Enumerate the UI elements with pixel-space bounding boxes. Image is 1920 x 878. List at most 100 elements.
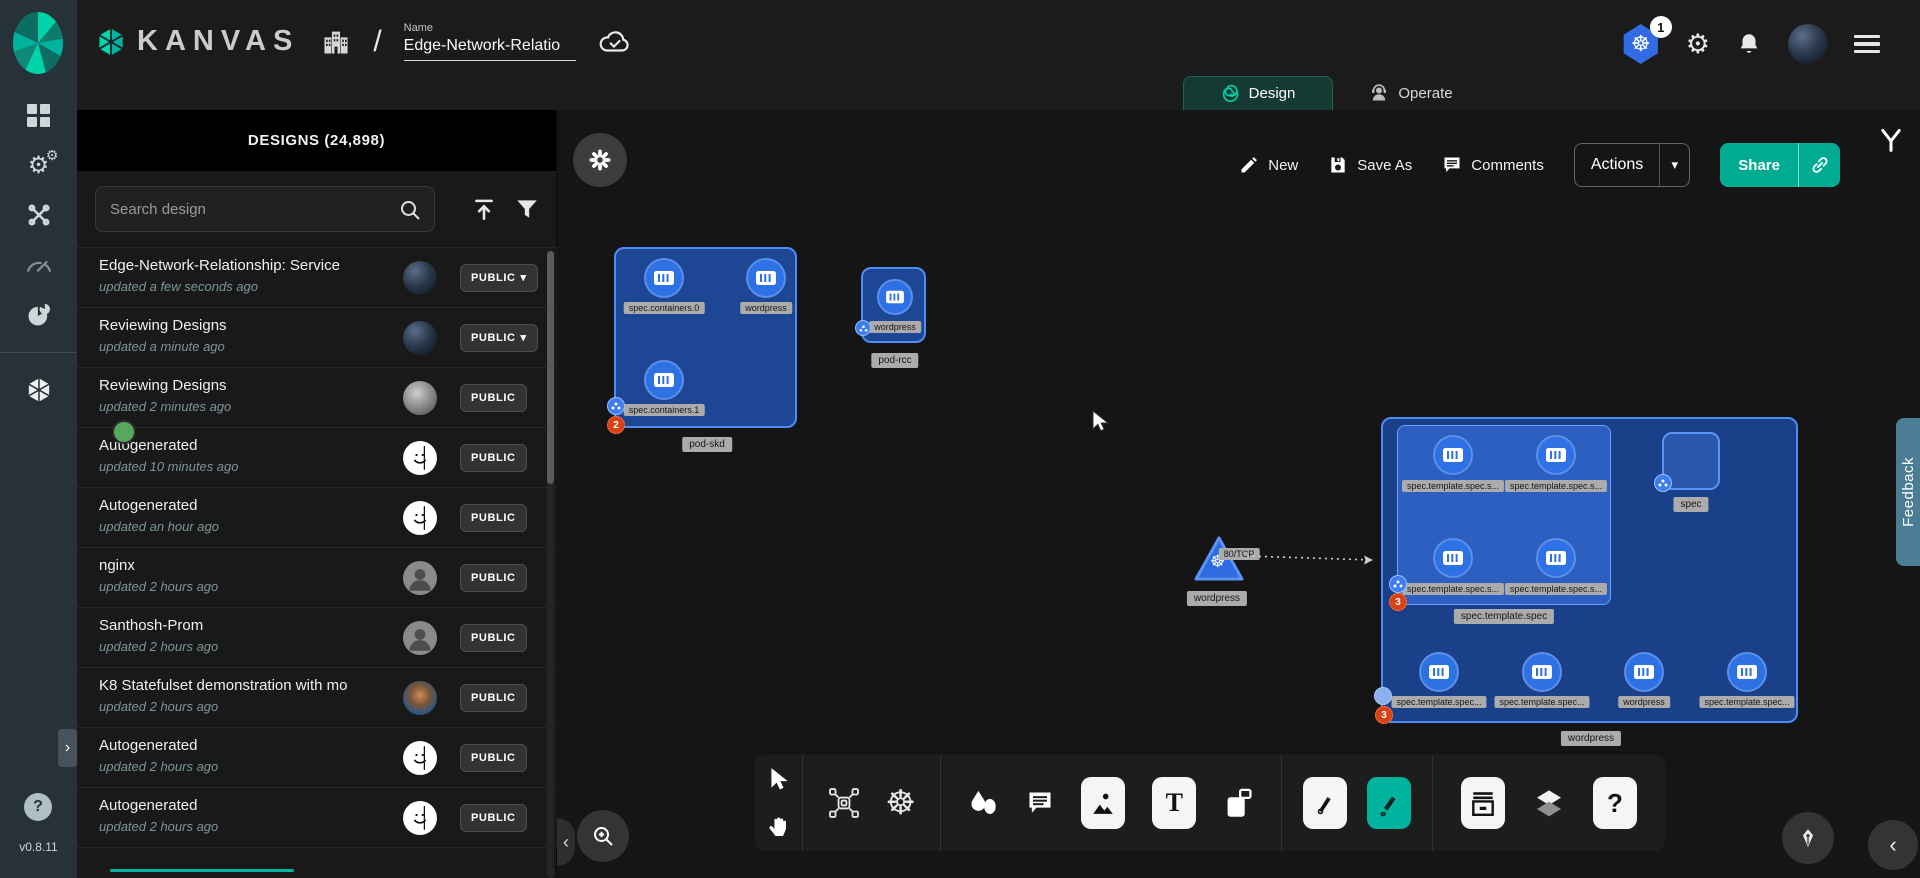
- pan-tool[interactable]: [767, 813, 791, 839]
- container-node[interactable]: [1536, 435, 1576, 475]
- container-label: spec.containers.1: [624, 404, 705, 416]
- container-node[interactable]: [877, 279, 913, 315]
- pen-icon: [1313, 789, 1337, 817]
- meshery-logo-icon[interactable]: [13, 12, 63, 74]
- service-node[interactable]: ☸ 80/TCP wordpress: [1193, 535, 1253, 597]
- visibility-badge[interactable]: PUBLIC: [460, 804, 527, 832]
- container-label: spec.containers.0: [624, 302, 705, 314]
- share-button[interactable]: Share: [1720, 143, 1840, 187]
- shapes-tool[interactable]: [968, 789, 998, 817]
- list-item[interactable]: K8 Statefulset demonstration with mo upd…: [77, 667, 557, 727]
- visibility-badge[interactable]: PUBLIC: [460, 444, 527, 472]
- actions-caret-icon[interactable]: ▾: [1659, 143, 1689, 187]
- list-item[interactable]: Autogenerated updated 2 hours ago PUBLIC: [77, 727, 557, 787]
- design-canvas[interactable]: New Save As Comments Actions ▾ Share: [557, 110, 1920, 878]
- container-node[interactable]: [1419, 652, 1459, 692]
- sidebar-item-kanvas[interactable]: [19, 375, 59, 405]
- dock-toggle-button[interactable]: [573, 133, 627, 187]
- deployment-group-node[interactable]: spec.template.spec.s... spec.template.sp…: [1381, 417, 1798, 723]
- sidebar-item-lifecycle[interactable]: ⚙⚙: [19, 150, 59, 180]
- pod-group-node[interactable]: spec.containers.0 wordpress spec.contain…: [614, 247, 797, 428]
- visibility-badge[interactable]: PUBLIC: [460, 684, 527, 712]
- components-tool[interactable]: [827, 786, 861, 820]
- feedback-tab[interactable]: Feedback: [1896, 418, 1920, 566]
- comment-tool[interactable]: [1026, 789, 1054, 817]
- zoom-in-button[interactable]: [577, 810, 629, 862]
- container-icon: [653, 269, 675, 287]
- organization-icon[interactable]: [321, 27, 351, 57]
- list-item[interactable]: nginx updated 2 hours ago PUBLIC: [77, 547, 557, 607]
- name-field-label: Name: [404, 22, 576, 34]
- layers-tool[interactable]: [1533, 787, 1565, 819]
- list-item[interactable]: Autogenerated updated 2 hours ago PUBLIC: [77, 787, 557, 847]
- tab-operate[interactable]: Operate: [1333, 76, 1489, 110]
- pod-template-group[interactable]: spec.template.spec.s... spec.template.sp…: [1397, 425, 1611, 605]
- container-node[interactable]: [644, 258, 684, 298]
- filter-button[interactable]: [513, 195, 541, 223]
- design-updated: updated 2 hours ago: [99, 699, 218, 714]
- container-node[interactable]: [644, 360, 684, 400]
- list-item[interactable]: Santhosh-Prom updated 2 hours ago PUBLIC: [77, 607, 557, 667]
- notifications-bell-icon[interactable]: [1736, 31, 1762, 57]
- visibility-badge[interactable]: PUBLIC: [460, 504, 527, 532]
- copy-link-button[interactable]: [1798, 143, 1840, 187]
- collapse-panel-button[interactable]: ‹: [557, 818, 575, 866]
- note-tool[interactable]: [1224, 787, 1254, 819]
- container-node[interactable]: [1433, 435, 1473, 475]
- designs-search-row: [77, 171, 556, 247]
- kubernetes-context-badge[interactable]: ☸ 1: [1622, 24, 1660, 64]
- help-tool[interactable]: ?: [1593, 777, 1637, 829]
- container-node[interactable]: [1522, 652, 1562, 692]
- visibility-badge[interactable]: PUBLIC: [460, 384, 527, 412]
- text-tool[interactable]: T: [1152, 777, 1196, 829]
- visibility-badge[interactable]: PUBLIC▾: [460, 324, 538, 352]
- sidebar-item-dashboard[interactable]: [19, 100, 59, 130]
- visibility-badge[interactable]: PUBLIC▾: [460, 264, 538, 292]
- collapse-right-button[interactable]: ‹: [1868, 820, 1918, 870]
- visibility-badge[interactable]: PUBLIC: [460, 744, 527, 772]
- list-item[interactable]: Reviewing Designs updated a minute ago P…: [77, 307, 557, 367]
- container-node[interactable]: [746, 258, 786, 298]
- pen-tool[interactable]: [1303, 777, 1347, 829]
- upload-icon: [471, 196, 497, 222]
- list-item[interactable]: Autogenerated updated 10 minutes ago PUB…: [77, 427, 557, 487]
- container-node[interactable]: [1536, 538, 1576, 578]
- user-avatar[interactable]: [1788, 24, 1828, 64]
- container-node[interactable]: [1624, 652, 1664, 692]
- group-label: wordpress: [1561, 731, 1621, 746]
- sidebar-item-extensions[interactable]: [19, 300, 59, 330]
- design-updated: updated a minute ago: [99, 339, 225, 354]
- menu-hamburger-icon[interactable]: [1854, 35, 1880, 54]
- spec-node[interactable]: [1662, 432, 1720, 490]
- list-item[interactable]: Edge-Network-Relationship: Service updat…: [77, 247, 557, 307]
- designs-scrollbar-thumb[interactable]: [547, 251, 554, 484]
- container-node[interactable]: [1727, 652, 1767, 692]
- list-item[interactable]: Reviewing Designs updated 2 minutes ago …: [77, 367, 557, 427]
- pointer-tool-button[interactable]: [1782, 812, 1834, 864]
- list-item[interactable]: Autogenerated updated an hour ago PUBLIC: [77, 487, 557, 547]
- pod-node[interactable]: wordpress pod-rcc: [861, 267, 926, 343]
- image-tool[interactable]: [1081, 777, 1125, 829]
- select-tool[interactable]: [767, 767, 791, 793]
- container-node[interactable]: [1433, 538, 1473, 578]
- kubernetes-tool[interactable]: ☸: [885, 783, 915, 823]
- settings-gear-icon[interactable]: ⚙: [1686, 29, 1710, 60]
- sidebar-item-configuration[interactable]: [19, 200, 59, 230]
- visibility-badge[interactable]: PUBLIC: [460, 624, 527, 652]
- tab-design[interactable]: Design: [1183, 76, 1333, 110]
- sidebar-item-performance[interactable]: [19, 250, 59, 280]
- comments-button[interactable]: Comments: [1442, 155, 1544, 175]
- actions-dropdown-button[interactable]: Actions ▾: [1574, 143, 1690, 187]
- panel-expand-button[interactable]: ›: [58, 729, 77, 767]
- git-merge-icon[interactable]: [1877, 126, 1905, 156]
- drawer-tool[interactable]: [1461, 777, 1505, 829]
- help-button[interactable]: ?: [24, 793, 52, 821]
- new-button[interactable]: New: [1239, 155, 1298, 175]
- import-design-button[interactable]: [470, 195, 498, 223]
- highlighter-tool-active[interactable]: [1367, 777, 1411, 829]
- design-name-input[interactable]: [404, 37, 576, 61]
- save-as-button[interactable]: Save As: [1328, 155, 1412, 175]
- search-input[interactable]: [110, 187, 390, 231]
- kubernetes-wheel-icon: ☸: [1631, 32, 1651, 57]
- visibility-badge[interactable]: PUBLIC: [460, 564, 527, 592]
